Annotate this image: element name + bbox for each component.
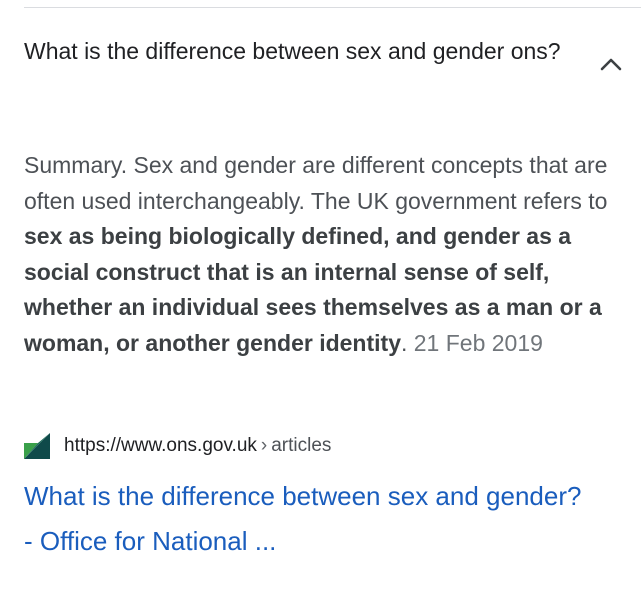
ons-logo-icon [24,433,50,459]
source-path: articles [271,435,332,456]
faq-question[interactable]: What is the difference between sex and g… [24,34,564,68]
answer-intro: Summary. Sex and gender are different co… [24,152,608,214]
source-url: https://www.ons.gov.uk [64,435,257,456]
chevron-up-icon[interactable] [597,50,625,78]
source-line[interactable]: https://www.ons.gov.uk › articles [24,432,331,460]
answer-date: 21 Feb 2019 [413,329,543,356]
faq-answer: Summary. Sex and gender are different co… [24,148,624,361]
result-title-link[interactable]: What is the difference between sex and g… [24,474,584,564]
answer-after-highlight: . [400,329,414,356]
breadcrumb-separator: › [260,435,268,456]
top-divider [24,7,641,8]
source-url-text: https://www.ons.gov.uk › articles [64,435,331,457]
